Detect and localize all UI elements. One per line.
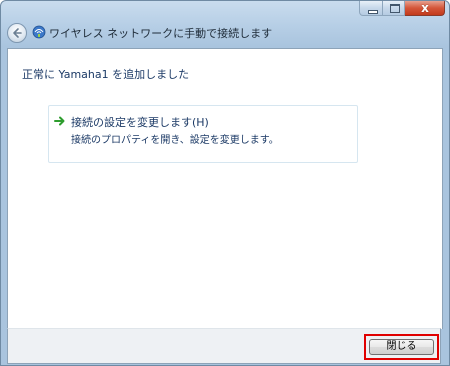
close-button[interactable]: 閉じる [369,339,434,355]
dialog-footer: 閉じる [7,328,441,364]
close-button-highlight: 閉じる [364,334,439,360]
minimize-icon [368,10,378,14]
back-arrow-icon [13,28,22,38]
window-title: ワイヤレス ネットワークに手動で接続します [49,27,273,40]
success-message: 正常に Yamaha1 を追加しました [22,68,190,81]
content-panel: 正常に Yamaha1 を追加しました 接続の設定を変更します(H) 接続のプロ… [7,48,443,329]
maximize-button[interactable] [383,1,405,16]
window-close-button[interactable]: x [405,1,445,16]
green-arrow-icon [54,116,65,126]
title-bar: ワイヤレス ネットワークに手動で接続します [1,19,449,47]
back-button[interactable] [7,23,27,43]
option-description: 接続のプロパティを開き、設定を変更します。 [71,135,279,146]
wireless-network-icon [32,25,46,39]
maximize-icon [390,4,400,13]
minimize-button[interactable] [359,1,383,16]
change-connection-settings-option[interactable]: 接続の設定を変更します(H) 接続のプロパティを開き、設定を変更します。 [48,105,358,163]
option-title: 接続の設定を変更します(H) [71,116,209,129]
close-icon: x [421,1,429,15]
dialog-window: x ワイヤレス ネットワークに手動で接続します 正常に Yamaha1 を追加し… [0,0,450,366]
window-caption-buttons: x [359,1,445,17]
